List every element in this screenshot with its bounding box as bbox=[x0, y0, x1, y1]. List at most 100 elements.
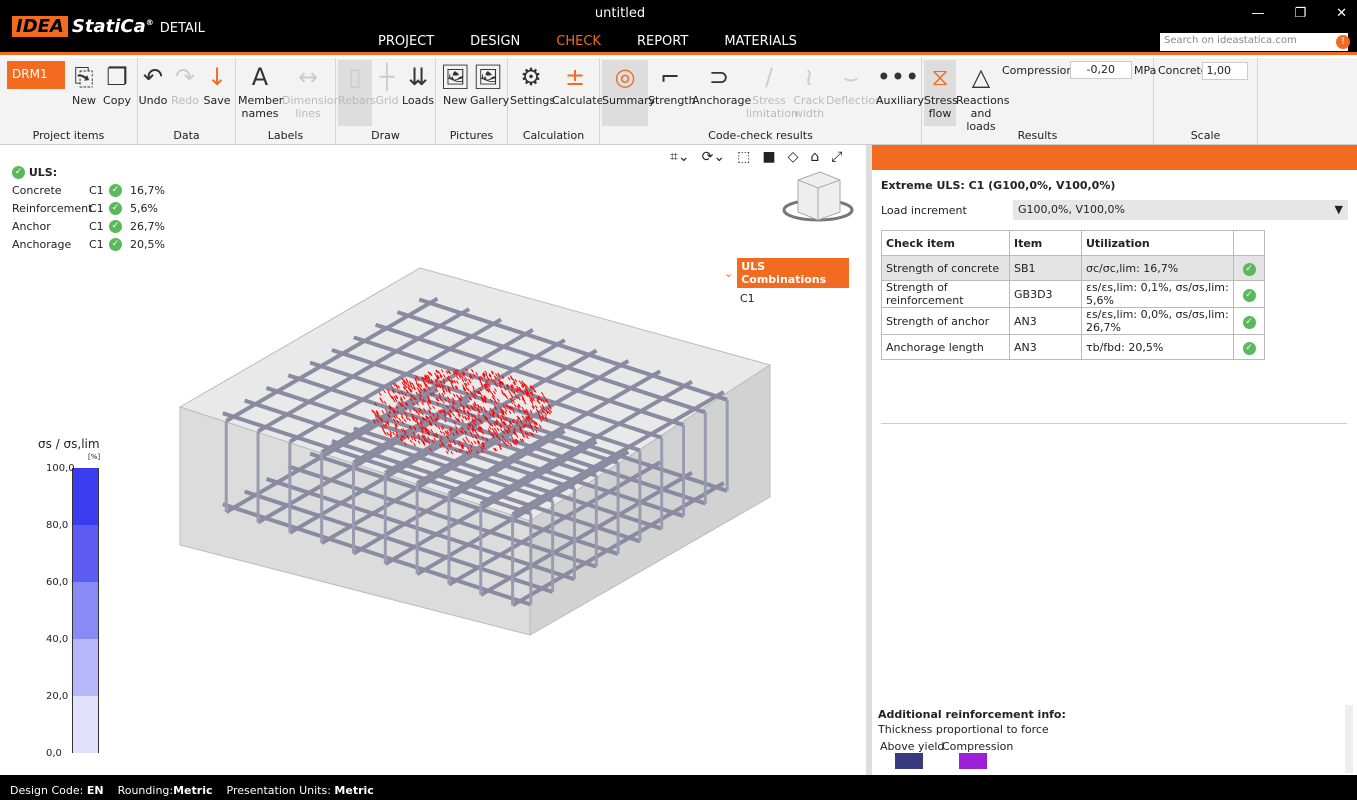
menu-report[interactable]: REPORT bbox=[619, 33, 706, 55]
stress-flow-mark bbox=[456, 418, 460, 422]
concrete-scale-input[interactable]: 1,00 bbox=[1202, 62, 1248, 80]
solid-icon[interactable]: ■ bbox=[762, 149, 775, 165]
stress-flow-mark bbox=[407, 386, 411, 391]
restore-icon[interactable]: ❐ bbox=[1294, 6, 1306, 21]
calculate-button[interactable]: Calculate bbox=[552, 94, 603, 107]
load-increment-select[interactable]: G100,0%, V100,0% ▼ bbox=[1013, 200, 1348, 220]
stress-flow-mark bbox=[393, 395, 397, 400]
stress-flow-mark bbox=[480, 426, 483, 430]
redo-button[interactable]: Redo bbox=[170, 94, 200, 107]
stress-flow-mark bbox=[466, 426, 470, 431]
stress-flow-mark bbox=[510, 385, 514, 390]
fullscreen-icon[interactable]: ⤢ bbox=[831, 149, 842, 165]
gallery-button[interactable]: Gallery bbox=[470, 94, 509, 107]
settings-button[interactable]: Settings bbox=[510, 94, 555, 107]
auxiliary-icon: ••• bbox=[876, 63, 920, 91]
tree-item-c1[interactable]: C1 bbox=[740, 292, 849, 305]
check-ok-icon: ✓ bbox=[1242, 288, 1256, 302]
menu-design[interactable]: DESIGN bbox=[452, 33, 538, 55]
anchorage-button[interactable]: Anchorage bbox=[692, 94, 751, 107]
dimension-lines-button[interactable]: Dimension lines bbox=[282, 94, 340, 120]
rotate-icon[interactable]: ⟳⌄ bbox=[702, 149, 725, 165]
stress-flow-mark bbox=[503, 393, 507, 397]
stress-flow-mark bbox=[444, 430, 448, 435]
crop-icon[interactable]: ⌗⌄ bbox=[670, 149, 690, 165]
compression-input[interactable]: -0,20 bbox=[1070, 61, 1132, 79]
stress-flow-mark bbox=[501, 391, 505, 396]
rebars-button[interactable]: Rebars bbox=[338, 94, 376, 107]
scrollbar[interactable] bbox=[1345, 705, 1353, 773]
search-input[interactable]: Search on ideastatica.com bbox=[1160, 33, 1348, 51]
member-names-button[interactable]: Member names bbox=[238, 94, 283, 120]
stress-flow-mark bbox=[490, 378, 494, 382]
table-row[interactable]: Strength of concrete SB1 σc/σc,lim: 16,7% ✓ bbox=[881, 255, 1265, 281]
uls-row: Concrete C1 ✓ 16,7% bbox=[12, 181, 165, 199]
stress-flow-mark bbox=[411, 395, 415, 399]
info-icon[interactable]: ! bbox=[1336, 35, 1350, 49]
auxiliary-button[interactable]: Auxiliary bbox=[876, 94, 924, 107]
stress-flow-mark bbox=[481, 442, 485, 447]
stress-flow-mark bbox=[423, 381, 427, 386]
stress-flow-mark bbox=[512, 439, 516, 444]
stress-flow-mark bbox=[419, 383, 423, 388]
stress-flow-mark bbox=[397, 384, 401, 389]
stress-flow-mark bbox=[439, 430, 443, 434]
menu-materials[interactable]: MATERIALS bbox=[706, 33, 815, 55]
reactions-button[interactable]: Reactions and loads bbox=[956, 94, 1010, 133]
stress-flow-mark bbox=[491, 428, 495, 432]
stress-flow-mark bbox=[524, 387, 528, 391]
home-icon[interactable]: ⌂ bbox=[810, 149, 819, 165]
stress-flow-mark bbox=[451, 405, 455, 410]
stress-flow-mark bbox=[484, 370, 488, 375]
view-icon[interactable]: ◇ bbox=[788, 149, 799, 165]
loads-button[interactable]: Loads bbox=[402, 94, 434, 107]
stress-flow-mark bbox=[409, 383, 413, 387]
table-row[interactable]: Anchorage length AN3 τb/fbd: 20,5% ✓ bbox=[881, 334, 1265, 360]
minimize-icon[interactable]: — bbox=[1251, 6, 1264, 21]
menu-project[interactable]: PROJECT bbox=[360, 33, 452, 55]
stress-flow-mark bbox=[503, 417, 507, 422]
stress-flow-mark bbox=[459, 394, 463, 399]
summary-button[interactable]: Summary bbox=[602, 94, 655, 107]
stress-flow-mark bbox=[493, 422, 497, 427]
stress-flow-button[interactable]: Stress flow bbox=[924, 94, 958, 120]
chevron-down-icon[interactable]: ⌄ bbox=[724, 267, 733, 280]
close-icon[interactable]: ✕ bbox=[1336, 6, 1347, 21]
table-row[interactable]: Strength of anchor AN3 εs/εs,lim: 0,0%, σs… bbox=[881, 307, 1265, 335]
stress-limitation-button[interactable]: Stress limitation bbox=[746, 94, 798, 120]
stress-flow-mark bbox=[538, 413, 541, 417]
concrete-label: Concrete bbox=[1158, 64, 1208, 77]
stress-flow-mark bbox=[526, 390, 530, 394]
rebar bbox=[374, 322, 685, 427]
stress-flow-mark bbox=[470, 368, 474, 373]
grid-button[interactable]: Grid bbox=[374, 94, 400, 107]
stress-flow-mark bbox=[465, 386, 469, 390]
table-row[interactable]: Strength of reinforcement GB3D3 εs/εs,lim:… bbox=[881, 280, 1265, 308]
wireframe-icon[interactable]: ⬚ bbox=[737, 149, 750, 165]
tree-header[interactable]: ULS Combinations bbox=[737, 258, 850, 288]
strength-button[interactable]: Strength bbox=[648, 94, 696, 107]
save-button[interactable]: Save bbox=[202, 94, 232, 107]
stress-flow-mark bbox=[387, 414, 391, 418]
deflection-button[interactable]: Deflection bbox=[826, 94, 882, 107]
stress-flow-mark bbox=[526, 393, 530, 397]
stress-flow-mark bbox=[498, 379, 501, 383]
rebar bbox=[222, 411, 532, 516]
menu-check[interactable]: CHECK bbox=[538, 33, 619, 55]
stress-flow-mark bbox=[504, 443, 508, 447]
new-picture-button[interactable]: New bbox=[440, 94, 470, 107]
new-button[interactable]: New bbox=[70, 94, 98, 107]
copy-button[interactable]: Copy bbox=[102, 94, 132, 107]
undo-button[interactable]: Undo bbox=[138, 94, 168, 107]
project-item-dropdown[interactable]: DRM1 ⌄ bbox=[7, 61, 65, 95]
stress-flow-mark bbox=[417, 433, 421, 437]
stress-flow-mark bbox=[466, 381, 470, 386]
item: AN3 bbox=[1009, 334, 1082, 360]
crack-width-button[interactable]: Crack width bbox=[792, 94, 826, 120]
3d-viewport[interactable]: ⌗⌄ ⟳⌄ ⬚ ■ ◇ ⌂ ⤢ ✓ ULS: Concrete C1 ✓ 16,7% Reinfor… bbox=[0, 145, 866, 775]
view-cube[interactable] bbox=[780, 170, 860, 230]
stress-flow-mark bbox=[402, 435, 406, 439]
stress-flow-mark bbox=[491, 434, 495, 439]
stress-flow-mark bbox=[436, 384, 440, 388]
stress-flow-mark bbox=[392, 382, 396, 387]
